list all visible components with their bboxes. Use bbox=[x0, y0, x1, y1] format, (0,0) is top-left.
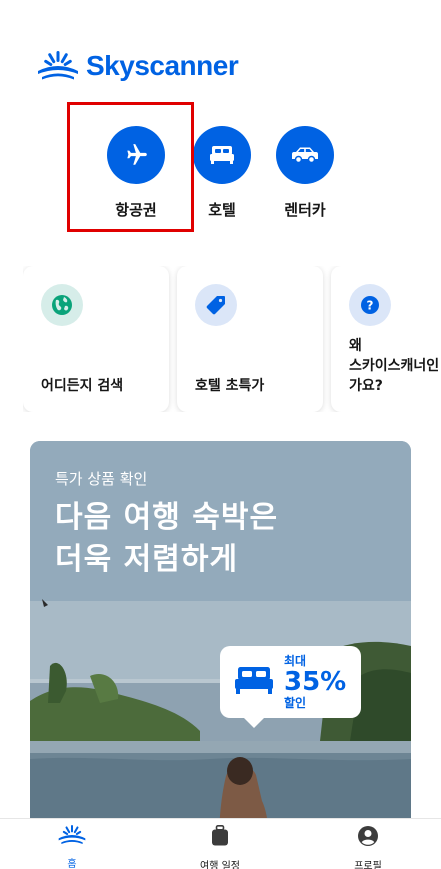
explore-everywhere-card[interactable]: 어디든지 검색 bbox=[23, 266, 169, 412]
sunrise-logo-icon bbox=[36, 51, 80, 81]
flights-label: 항공권 bbox=[115, 201, 157, 219]
explore-everywhere-label: 어디든지 검색 bbox=[41, 378, 124, 394]
discount-prefix: 최대 bbox=[284, 654, 307, 668]
globe-icon bbox=[41, 284, 83, 326]
hotels-label: 호텔 bbox=[208, 201, 236, 219]
tab-trips[interactable]: 여행 일정 bbox=[170, 825, 270, 869]
car-icon bbox=[276, 126, 334, 184]
service-tabs: 항공권 호텔 렌터카 bbox=[0, 126, 441, 226]
tab-trips-label: 여행 일정 bbox=[200, 861, 240, 869]
discount-badge: 최대 35% 할인 bbox=[220, 646, 361, 728]
brand-name: Skyscanner bbox=[86, 50, 239, 81]
car-hire-label: 렌터카 bbox=[284, 201, 326, 219]
luggage-icon bbox=[210, 825, 230, 851]
hotel-deals-card[interactable]: 호텔 초특가 bbox=[177, 266, 323, 412]
airplane-icon bbox=[107, 126, 165, 184]
tag-icon bbox=[195, 284, 237, 326]
hotel-promo-banner[interactable]: 특가 상품 확인 다음 여행 숙박은 더욱 저렴하게 최대 35% 할인 bbox=[30, 441, 411, 841]
tab-home[interactable]: 홈 bbox=[22, 825, 122, 869]
svg-text:?: ? bbox=[367, 299, 374, 313]
promo-headline: 다음 여행 숙박은 더욱 저렴하게 bbox=[55, 500, 279, 577]
hotels-button[interactable]: 호텔 bbox=[177, 126, 267, 220]
tab-profile-label: 프로필 bbox=[354, 861, 382, 869]
quick-link-cards: 어디든지 검색 호텔 초특가 ? 왜 스카이스캐너인 가요? bbox=[23, 266, 441, 412]
tab-profile[interactable]: 프로필 bbox=[318, 825, 418, 869]
bed-icon bbox=[234, 665, 274, 699]
flights-button[interactable]: 항공권 bbox=[91, 126, 181, 220]
car-hire-button[interactable]: 렌터카 bbox=[260, 126, 350, 220]
discount-value: 35% bbox=[284, 667, 347, 697]
bed-icon bbox=[193, 126, 251, 184]
discount-suffix: 할인 bbox=[284, 696, 307, 710]
promo-eyebrow: 특가 상품 확인 bbox=[55, 470, 148, 488]
bottom-navigation: 홈 여행 일정 프로필 bbox=[0, 818, 441, 869]
why-skyscanner-label: 왜 스카이스캐너인 가요? bbox=[349, 338, 440, 394]
profile-icon bbox=[357, 825, 379, 851]
skyscanner-home-icon bbox=[56, 825, 88, 849]
skyscanner-logo: Skyscanner bbox=[36, 50, 239, 82]
why-skyscanner-card[interactable]: ? 왜 스카이스캐너인 가요? bbox=[331, 266, 441, 412]
tab-home-label: 홈 bbox=[67, 859, 77, 869]
hotel-deals-label: 호텔 초특가 bbox=[195, 378, 265, 394]
question-icon: ? bbox=[349, 284, 391, 326]
